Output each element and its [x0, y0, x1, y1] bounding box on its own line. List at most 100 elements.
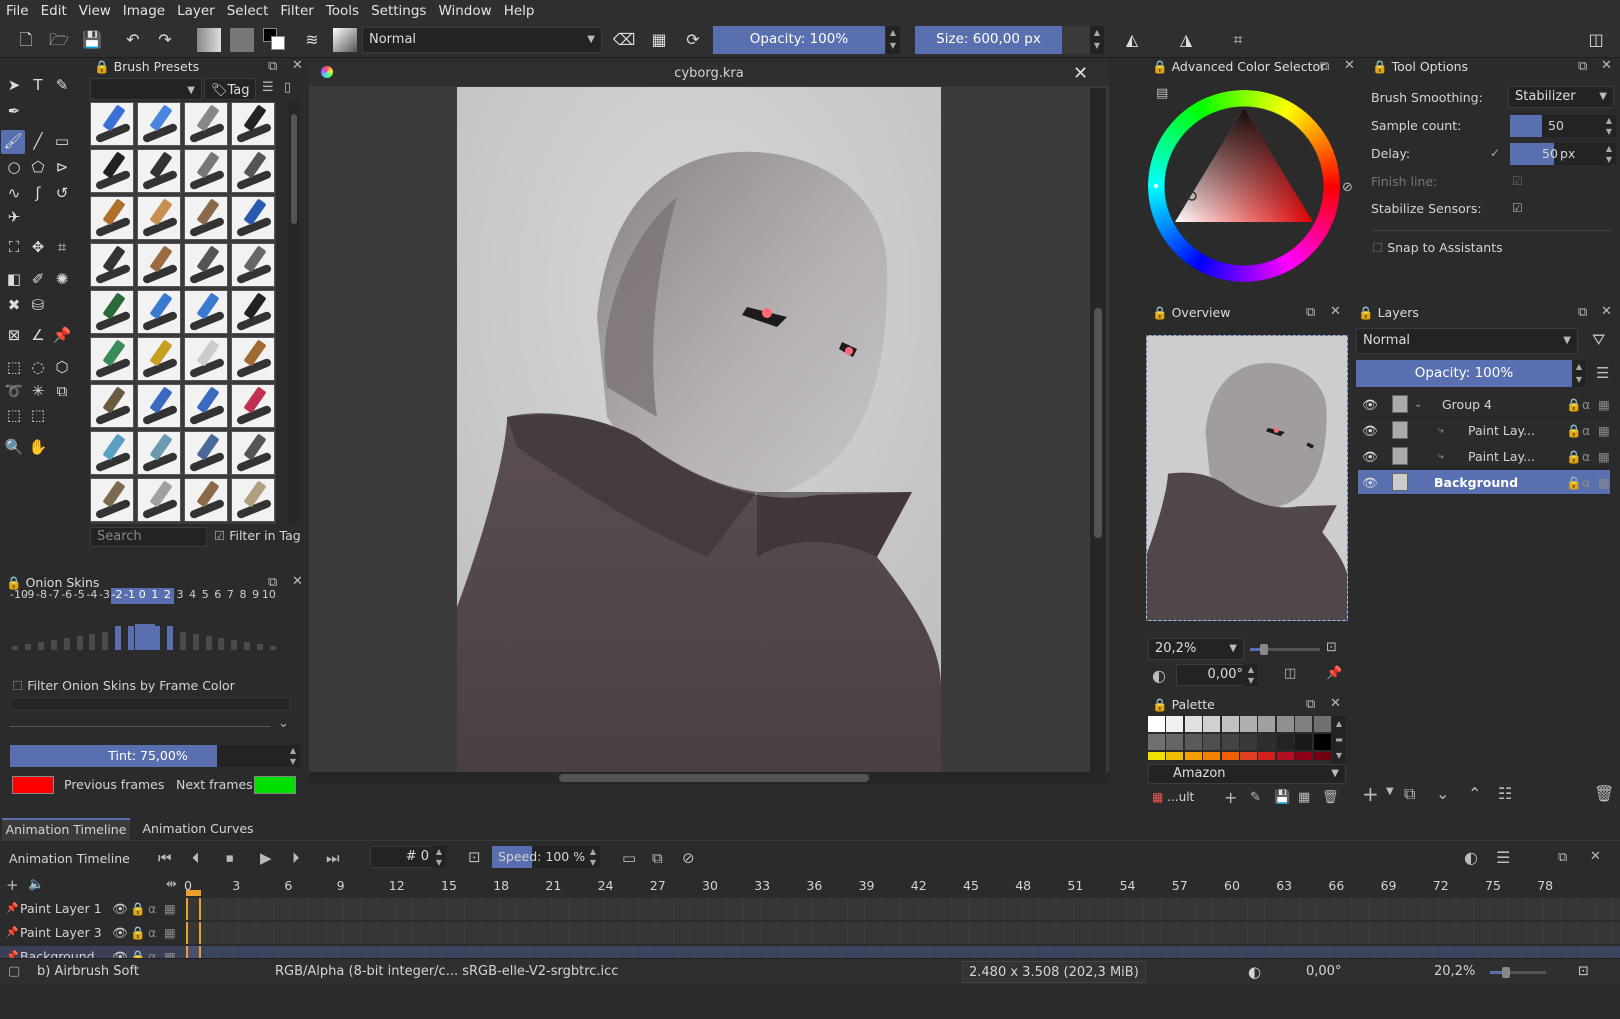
onion-frame-number[interactable]: -5: [73, 588, 86, 604]
ellipse-select-icon[interactable]: ◌: [27, 356, 49, 378]
last-frame-icon[interactable]: ⏭: [326, 849, 340, 867]
delay-spin[interactable]: ▲ ▼: [1602, 143, 1616, 165]
fit-view-icon[interactable]: ⊡: [1326, 640, 1337, 655]
onion-opacity-bar[interactable]: [128, 626, 135, 650]
brush-preset-item[interactable]: [137, 337, 181, 381]
onion-opacity-bar[interactable]: [205, 636, 212, 650]
bezier-tool-icon[interactable]: ∿: [3, 182, 25, 204]
lock-icon[interactable]: 🔒: [1566, 444, 1582, 469]
onion-frame-number[interactable]: -6: [60, 588, 73, 604]
tint-spin-buttons[interactable]: ▲ ▼: [286, 745, 300, 767]
onion-frame-number[interactable]: 3: [174, 588, 187, 604]
text-tool-icon[interactable]: T: [27, 74, 49, 96]
insert-keyframe-icon[interactable]: ▭: [622, 849, 636, 867]
gradient-tool-icon[interactable]: ◧: [3, 268, 25, 290]
timeline-menu-icon[interactable]: ☰: [1496, 848, 1510, 867]
fit-view-icon[interactable]: ⊡: [1578, 959, 1589, 985]
brush-preset-item[interactable]: [231, 243, 275, 287]
assistant-tool-icon[interactable]: ⊠: [3, 324, 25, 346]
close-icon[interactable]: ✕: [1330, 696, 1341, 711]
canvas-vertical-scrollbar[interactable]: [1090, 88, 1106, 772]
brush-preset-item[interactable]: [90, 384, 134, 428]
palette-swatch[interactable]: [1203, 752, 1221, 760]
onion-frame-number[interactable]: 4: [186, 588, 199, 604]
playhead[interactable]: [186, 890, 201, 896]
overview-zoom-slider[interactable]: [1250, 644, 1320, 655]
tab-animation-curves[interactable]: Animation Curves: [134, 818, 262, 841]
palette-swatch[interactable]: [1240, 716, 1257, 732]
frame-cells[interactable]: [186, 898, 1620, 920]
onion-frame-number[interactable]: -7: [48, 588, 61, 604]
onion-frame-number[interactable]: -2: [110, 588, 124, 604]
palette-swatch[interactable]: [1148, 716, 1165, 732]
brush-preview-icon[interactable]: ▢: [8, 959, 20, 985]
pan-tool-icon[interactable]: ✋: [27, 436, 49, 458]
visibility-eye-icon[interactable]: 👁: [1362, 392, 1378, 417]
onion-opacity-bar[interactable]: [179, 632, 186, 650]
polygon-tool-icon[interactable]: ⬠: [27, 156, 49, 178]
brush-preset-item[interactable]: [231, 102, 275, 146]
float-panel-icon[interactable]: ⧉: [1320, 59, 1329, 74]
brush-preset-item[interactable]: [90, 337, 134, 381]
layer-properties-icon[interactable]: ☷: [1498, 784, 1512, 803]
brush-preset-item[interactable]: [137, 290, 181, 334]
add-icon[interactable]: +: [1224, 788, 1237, 807]
onion-opacity-bar[interactable]: [37, 642, 44, 650]
stabilize-sensors-checkbox[interactable]: ☑: [1512, 201, 1523, 215]
speed-spin[interactable]: ▲ ▼: [586, 846, 600, 868]
brush-preset-icon[interactable]: [333, 28, 357, 52]
onion-opacity-bar[interactable]: [166, 626, 173, 650]
onion-skin-toggle-icon[interactable]: ◐: [1464, 848, 1478, 867]
float-panel-icon[interactable]: ⧉: [268, 59, 277, 74]
previous-frames-color[interactable]: [12, 776, 54, 794]
onion-opacity-bars[interactable]: [10, 606, 290, 670]
onion-frame-number[interactable]: 8: [237, 588, 250, 604]
brush-preset-item[interactable]: [90, 102, 134, 146]
brush-preset-item[interactable]: [90, 196, 134, 240]
preset-filter-select[interactable]: ▼: [90, 78, 202, 100]
list-view-icon[interactable]: ☰: [262, 80, 274, 95]
onion-opacity-bar[interactable]: [115, 626, 122, 650]
polygon-select-icon[interactable]: ⬡: [51, 356, 73, 378]
alpha-lock-icon[interactable]: α: [1582, 444, 1590, 469]
inherit-alpha-icon[interactable]: ▦: [1598, 444, 1610, 469]
palette-swatch[interactable]: [1313, 734, 1331, 750]
filter-icon[interactable]: ⛛: [1592, 330, 1605, 350]
onion-frame-number[interactable]: 7: [224, 588, 237, 604]
timeline-layer-name[interactable]: Paint Layer 3: [20, 922, 102, 944]
image-size-label[interactable]: 2.480 x 3.508 (202,3 MiB): [962, 961, 1146, 983]
stop-icon[interactable]: ⏹: [226, 849, 234, 867]
timeline-layer-row[interactable]: 📌 Paint Layer 1 👁 🔒 α ▦: [0, 898, 1620, 920]
similar-select-icon[interactable]: ⧉: [51, 380, 73, 402]
brush-preset-item[interactable]: [231, 290, 275, 334]
delete-layer-icon[interactable]: 🗑: [1594, 784, 1614, 803]
fit-timeline-icon[interactable]: ⇹: [166, 877, 177, 892]
brush-preset-item[interactable]: [137, 196, 181, 240]
filter-onion-checkbox[interactable]: ☐ Filter Onion Skins by Frame Color: [12, 678, 235, 693]
visibility-eye-icon[interactable]: 👁: [112, 922, 128, 944]
palette-swatch[interactable]: [1203, 716, 1221, 732]
palette-swatch[interactable]: [1295, 752, 1313, 760]
transform-tool-icon[interactable]: ⛶: [3, 236, 25, 258]
playback-speed-slider[interactable]: Speed: 100 %: [492, 846, 586, 868]
alpha-lock-icon[interactable]: α: [148, 898, 156, 920]
palette-swatch[interactable]: [1240, 734, 1257, 750]
brush-preset-item[interactable]: [184, 243, 228, 287]
size-slider-remainder[interactable]: [1062, 26, 1090, 54]
undo-icon[interactable]: ↶: [121, 28, 145, 52]
gradient-swatch[interactable]: [197, 28, 221, 52]
select-shapes-icon[interactable]: ➤: [3, 74, 25, 96]
onion-opacity-bar[interactable]: [270, 646, 276, 650]
first-frame-icon[interactable]: ⏮: [158, 849, 172, 867]
menu-file[interactable]: File: [0, 3, 35, 19]
size-slider[interactable]: Size: 600,00 px: [915, 26, 1062, 54]
brush-settings-icon[interactable]: ≋: [300, 28, 324, 52]
bezier-select-icon[interactable]: ⬚: [3, 404, 25, 426]
blend-mode-select[interactable]: Normal ▼: [362, 27, 602, 53]
lock-icon[interactable]: 🔒: [1152, 697, 1168, 712]
alpha-lock-icon[interactable]: ▦: [647, 28, 671, 52]
redo-icon[interactable]: ↷: [153, 28, 177, 52]
onion-opacity-bar[interactable]: [12, 646, 18, 650]
palette-swatch[interactable]: [1166, 752, 1184, 760]
palette-swatch[interactable]: [1184, 752, 1202, 760]
